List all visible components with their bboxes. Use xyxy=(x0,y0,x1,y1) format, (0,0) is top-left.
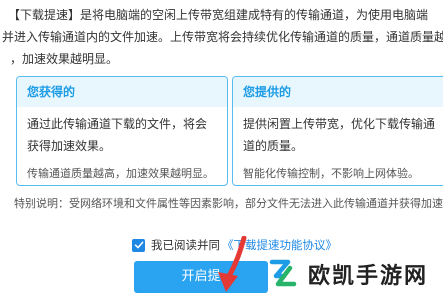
benefit-card-gain-note: 传输通道质量越高，加速效果越明显。 xyxy=(27,167,214,180)
watermark-logo-icon xyxy=(269,259,297,287)
benefit-card-provide-body: 提供闲置上传带宽，优化下载传输通道的质量。 xyxy=(233,107,443,157)
intro-line-1: 【下载提速】是将电脑端的空闲上传带宽组建成特有的传输通道，为使用电脑端 xyxy=(8,4,428,26)
intro-tag: 【下载提速】 xyxy=(8,8,81,22)
watermark: 欧凯手游网 xyxy=(262,252,428,296)
agreement-label: 我已阅读并同 xyxy=(151,238,220,252)
benefit-card-provide: 您提供的 提供闲置上传带宽，优化下载传输通道的质量。 智能化传输控制，不影响上网… xyxy=(232,76,443,186)
agreement-checkbox[interactable] xyxy=(132,238,145,252)
benefit-card-provide-note: 智能化传输控制，不影响上网体验。 xyxy=(243,167,419,180)
benefit-card-gain-title: 您获得的 xyxy=(17,77,227,107)
special-note: 特别说明：受网络环境和文件属性等因素影响，部分文件无法进入此传输通道并获得加速 xyxy=(14,197,443,210)
intro-line-1-text: 是将电脑端的空闲上传带宽组建成特有的传输通道，为使用电脑端 xyxy=(80,8,429,22)
benefit-card-gain-body: 通过此传输通道下载的文件，将会获得加速效果。 xyxy=(17,107,227,157)
intro-line-2: 并进入传输通道内的文件加速。上传带宽将会持续优化传输通道的质量，通道质量越 xyxy=(2,30,443,44)
benefit-card-gain-text: 通过此传输通道下载的文件，将会获得加速效果。 xyxy=(27,117,208,153)
checkmark-icon xyxy=(134,241,143,249)
benefit-card-gain: 您获得的 通过此传输通道下载的文件，将会获得加速效果。 传输通道质量越高，加速效… xyxy=(16,76,228,186)
benefit-card-provide-title: 您提供的 xyxy=(233,77,443,107)
watermark-text: 欧凯手游网 xyxy=(308,264,429,289)
benefit-card-provide-text: 提供闲置上传带宽，优化下载传输通道的质量。 xyxy=(243,117,436,153)
intro-line-3: ，加速效果越明显。 xyxy=(10,52,119,66)
red-arrow-icon xyxy=(218,236,247,292)
